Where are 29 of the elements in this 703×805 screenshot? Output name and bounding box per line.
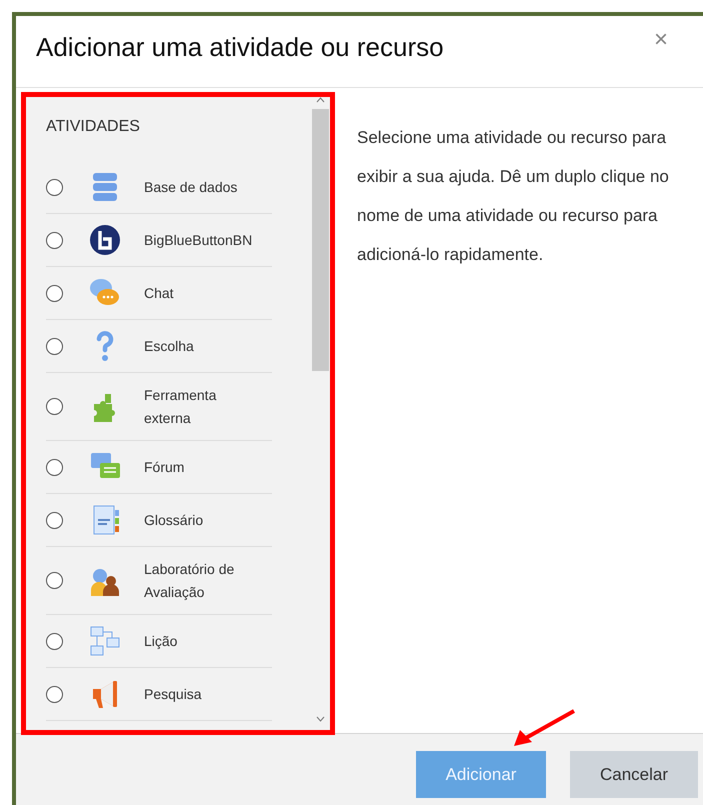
radio-button[interactable] [46,178,63,196]
radio-button[interactable] [46,338,63,354]
activity-label[interactable]: Chat [144,282,262,304]
help-text: Selecione uma atividade ou recurso para exibir a sua ajuda. Dê um duplo clique no nome de uma atividade ou recurso para adicioná-lo rapidamente. [357,127,670,266]
radio-button[interactable] [46,458,63,476]
radio-button[interactable] [46,398,63,415]
activity-label[interactable]: Escolha [144,334,262,358]
radio-button[interactable] [46,284,63,302]
activity-label[interactable]: Glossário [144,508,262,532]
activity-label[interactable]: BigBlueButtonBN [144,228,262,252]
activity-label[interactable]: Base de dados [144,176,262,198]
radio-button[interactable] [46,632,63,650]
letter-b-circle-icon [88,223,122,257]
scroll-down-icon[interactable] [316,716,324,722]
activity-label[interactable]: Pesquisa [144,682,262,706]
activity-label[interactable]: Lição [144,630,262,652]
activity-label[interactable]: Fórum [144,456,262,478]
close-button[interactable]: × [654,28,668,52]
scrollbar-thumb[interactable] [312,109,328,371]
radio-button[interactable] [46,686,63,702]
cancel-button[interactable]: Cancelar [570,751,698,798]
section-heading: ATIVIDADES [46,117,141,137]
activity-label[interactable]: Laboratório de Avaliação [144,558,262,604]
radio-button[interactable] [46,232,63,248]
activity-label[interactable]: Ferramenta externa [144,384,262,430]
flowchart-icon [88,624,122,658]
radio-button[interactable] [46,572,63,589]
radio-button[interactable] [46,512,63,528]
dialog-title: Adicionar uma atividade ou recurso [36,31,444,64]
